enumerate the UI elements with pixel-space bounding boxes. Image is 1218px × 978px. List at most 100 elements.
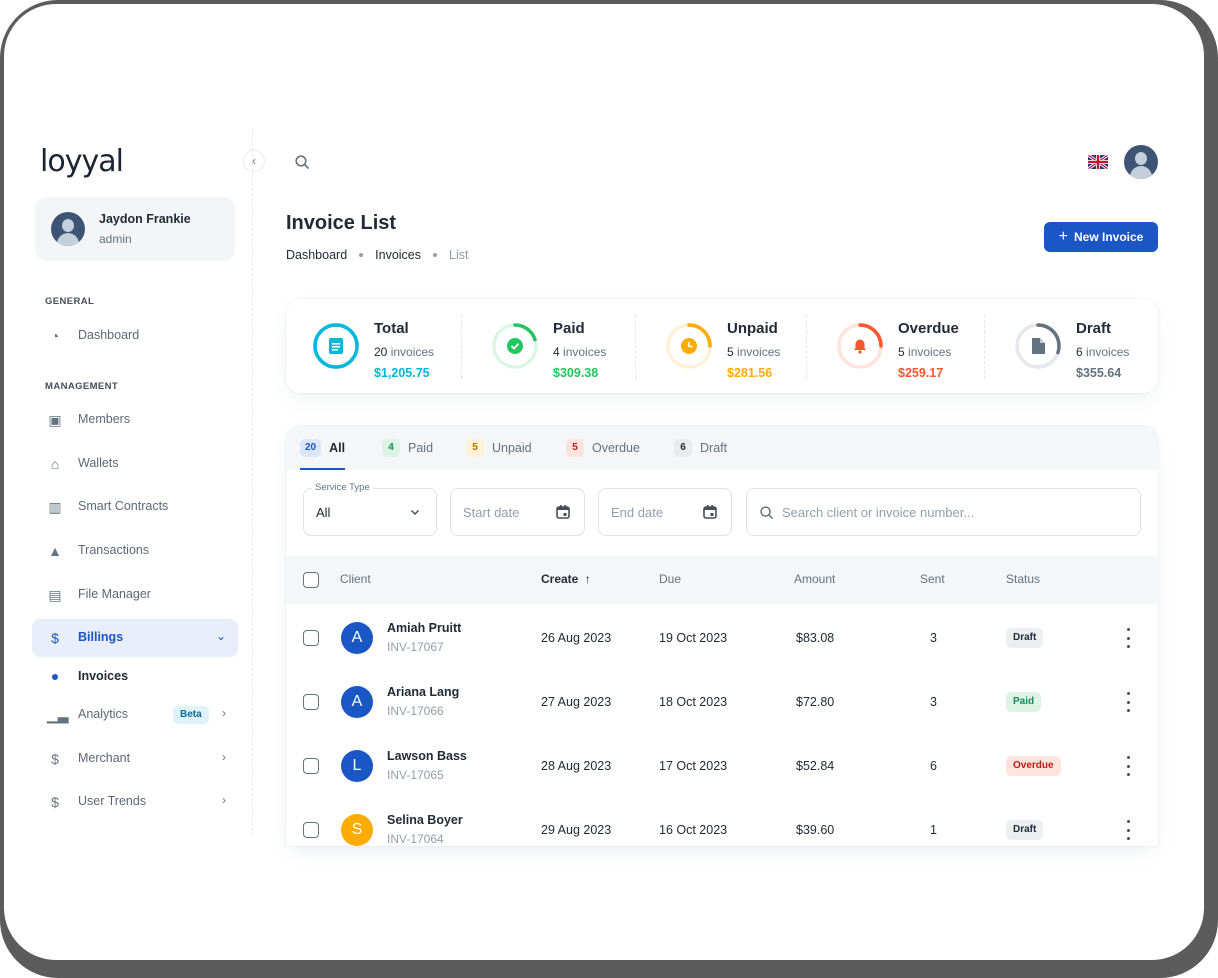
table-row[interactable]: L Lawson Bass INV-17065 28 Aug 2023 17 Oct 2…: [286, 734, 1158, 798]
search-input[interactable]: Search client or invoice number...: [746, 488, 1141, 536]
sidebar-item-label: Merchant: [78, 751, 131, 765]
clock-icon: [666, 323, 712, 369]
sidebar-item-merchant[interactable]: $ Merchant ›: [32, 740, 238, 778]
invoice-icon: $: [51, 794, 59, 810]
sidebar-item-label: Smart Contracts: [78, 499, 169, 513]
stat-amount: $309.38: [553, 366, 599, 380]
sidebar-item-analytics[interactable]: ▁▃ Analytics Beta ›: [32, 696, 238, 734]
breadcrumb-dashboard[interactable]: Dashboard: [286, 248, 347, 262]
more-vertical-icon[interactable]: [1126, 692, 1130, 712]
service-type-value: All: [316, 505, 331, 520]
beta-badge: Beta: [173, 706, 209, 724]
new-invoice-label: New Invoice: [1073, 230, 1144, 244]
section-label-general: GENERAL: [45, 296, 95, 307]
service-type-select[interactable]: Service Type All: [303, 482, 437, 536]
stat-count: 6 invoices: [1076, 345, 1130, 359]
header-status[interactable]: Status: [1006, 572, 1040, 586]
header-amount[interactable]: Amount: [794, 572, 835, 586]
breadcrumb: Dashboard Invoices List: [286, 248, 468, 262]
tab-unpaid[interactable]: 5 Unpaid: [466, 426, 532, 470]
header-sent[interactable]: Sent: [920, 572, 945, 586]
sidebar-item-wallets[interactable]: ⌂ Wallets: [32, 445, 238, 483]
row-checkbox[interactable]: [303, 630, 319, 646]
client-name[interactable]: Amiah Pruitt: [387, 621, 461, 635]
sidebar-subitem-invoices[interactable]: Invoices: [78, 669, 128, 683]
uk-flag-icon[interactable]: [1088, 155, 1108, 169]
stat-divider: [635, 315, 636, 379]
stat-title: Draft: [1076, 320, 1112, 337]
header-create-label: Create: [541, 572, 579, 586]
section-label-management: MANAGEMENT: [45, 381, 119, 392]
start-date-field[interactable]: Start date: [450, 488, 585, 536]
header-client[interactable]: Client: [340, 572, 371, 586]
stat-divider: [984, 315, 985, 379]
stat-count: 5 invoices: [898, 345, 952, 359]
sidebar: loyyal ‹ Jaydon Frankie admin GENERAL ◔ …: [4, 4, 265, 960]
calendar-icon[interactable]: [702, 504, 718, 520]
sidebar-item-transactions[interactable]: ▲ Transactions: [32, 532, 238, 570]
invoice-icon: $: [51, 751, 59, 767]
user-icon: ▣: [48, 412, 62, 428]
row-checkbox[interactable]: [303, 822, 319, 838]
client-avatar: S: [341, 814, 373, 846]
account-avatar[interactable]: [1124, 145, 1158, 179]
stat-amount: $1,205.75: [374, 366, 430, 380]
tab-label: All: [329, 441, 346, 455]
table-row[interactable]: A Amiah Pruitt INV-17067 26 Aug 2023 19 Oct …: [286, 606, 1158, 670]
sidebar-item-label: Dashboard: [78, 328, 140, 342]
sidebar-item-dashboard[interactable]: ◔ Dashboard: [32, 317, 238, 355]
more-vertical-icon[interactable]: [1126, 756, 1130, 776]
end-date-field[interactable]: End date: [598, 488, 732, 536]
search-icon[interactable]: [294, 154, 310, 170]
bell-icon: [837, 323, 883, 369]
sidebar-item-file-manager[interactable]: ▤ File Manager: [32, 576, 238, 614]
status-badge: Paid: [1006, 692, 1042, 712]
client-name[interactable]: Lawson Bass: [387, 749, 467, 763]
more-vertical-icon[interactable]: [1126, 820, 1130, 840]
table-row[interactable]: A Ariana Lang INV-17066 27 Aug 2023 18 Oct 2…: [286, 670, 1158, 734]
header-due[interactable]: Due: [659, 572, 681, 586]
more-vertical-icon[interactable]: [1126, 628, 1130, 648]
sidebar-item-billings[interactable]: $ Billings ⌄: [32, 619, 238, 657]
client-name[interactable]: Ariana Lang: [387, 685, 459, 699]
invoice-number[interactable]: INV-17065: [387, 768, 444, 782]
breadcrumb-invoices[interactable]: Invoices: [375, 248, 421, 262]
stat-title: Overdue: [898, 320, 959, 337]
stat-title: Total: [374, 320, 409, 337]
tab-paid[interactable]: 4 Paid: [382, 426, 433, 470]
invoice-number[interactable]: INV-17066: [387, 704, 444, 718]
collapse-sidebar-button[interactable]: ‹: [243, 150, 265, 172]
logo[interactable]: loyyal: [40, 144, 124, 179]
invoice-number[interactable]: INV-17067: [387, 640, 444, 654]
invoice-stats-card: Total 20 invoices $1,205.75 Paid 4 invoices $…: [286, 299, 1158, 393]
table-header: Client Create ↑ Due Amount Sent Status: [286, 556, 1158, 604]
sent-count: 1: [930, 823, 937, 837]
calendar-icon[interactable]: [555, 504, 571, 520]
end-date-placeholder: End date: [611, 505, 664, 520]
new-invoice-button[interactable]: + New Invoice: [1044, 222, 1158, 252]
table-row[interactable]: S Selina Boyer INV-17064 29 Aug 2023 16 Oct …: [286, 798, 1158, 846]
bank-icon: ⌂: [50, 456, 60, 472]
breadcrumb-list: List: [449, 248, 469, 262]
tab-count-badge: 5: [466, 439, 484, 457]
sidebar-item-members[interactable]: ▣ Members: [32, 401, 238, 439]
tab-all[interactable]: 20 All: [300, 426, 346, 470]
invoice-number[interactable]: INV-17064: [387, 832, 444, 846]
sidebar-item-label: File Manager: [78, 587, 151, 601]
active-dot: [52, 674, 58, 680]
client-name[interactable]: Selina Boyer: [387, 813, 463, 827]
tab-overdue[interactable]: 5 Overdue: [566, 426, 640, 470]
row-checkbox[interactable]: [303, 758, 319, 774]
chevron-right-icon: ›: [222, 706, 226, 720]
sidebar-item-smart-contracts[interactable]: ▥ Smart Contracts: [32, 488, 238, 526]
user-card[interactable]: Jaydon Frankie admin: [35, 197, 235, 261]
sidebar-item-user-trends[interactable]: $ User Trends ›: [32, 783, 238, 821]
tab-draft[interactable]: 6 Draft: [674, 426, 727, 470]
lock-icon: ▲: [48, 543, 62, 559]
row-checkbox[interactable]: [303, 694, 319, 710]
service-type-label: Service Type: [312, 482, 373, 493]
sidebar-item-label: Transactions: [78, 543, 150, 557]
select-all-checkbox[interactable]: [303, 572, 319, 588]
invoice-icon: $: [51, 630, 59, 646]
header-create[interactable]: Create ↑: [541, 572, 591, 586]
